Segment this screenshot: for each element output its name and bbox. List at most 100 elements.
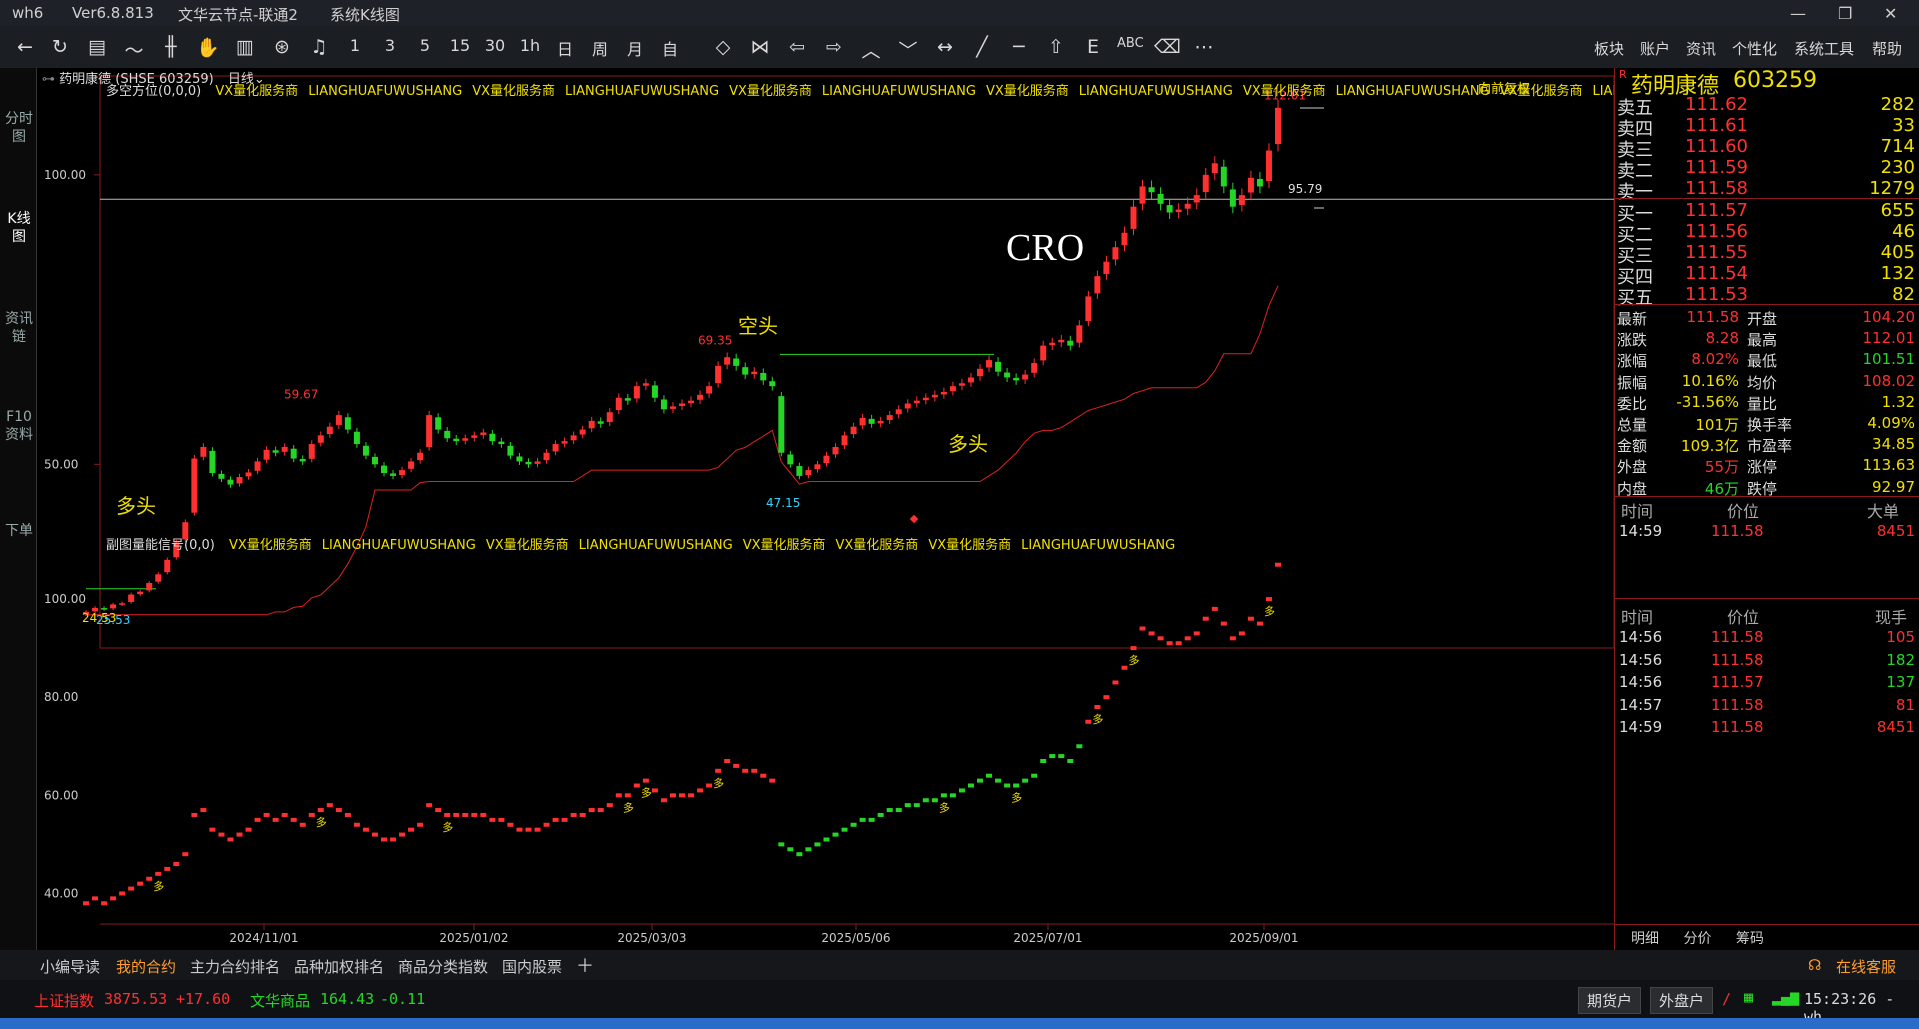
tab-order[interactable]: 下单 bbox=[4, 522, 34, 540]
bid-vol: 82 bbox=[1892, 284, 1915, 305]
sub-mark bbox=[606, 803, 613, 808]
btab-my-contracts[interactable]: 我的合约 bbox=[116, 956, 176, 977]
menu-sector[interactable]: 板块 bbox=[1594, 38, 1624, 59]
menu-news[interactable]: 资讯 bbox=[1686, 38, 1716, 59]
add-tab-icon[interactable]: ＋ bbox=[576, 952, 594, 978]
menu-help[interactable]: 帮助 bbox=[1872, 38, 1902, 59]
stat-label: 市盈率 bbox=[1747, 437, 1793, 456]
menu-system-tools[interactable]: 系统工具 bbox=[1794, 38, 1854, 59]
bid-vol: 132 bbox=[1880, 263, 1915, 284]
candle-body bbox=[435, 417, 442, 430]
tab-timeshare[interactable]: 分时图 bbox=[4, 110, 34, 146]
zoom-in-icon[interactable]: ⋈ bbox=[747, 36, 773, 58]
minimize-icon[interactable]: — bbox=[1790, 4, 1806, 23]
bell-icon[interactable]: ♫ bbox=[306, 36, 332, 58]
period-3[interactable]: 15 bbox=[447, 36, 473, 55]
sub-mark bbox=[561, 817, 568, 822]
period-2[interactable]: 5 bbox=[412, 36, 438, 55]
period-0[interactable]: 1 bbox=[342, 36, 368, 55]
link-icon[interactable]: ⊶ bbox=[42, 72, 55, 87]
draw-icon[interactable]: ▥ bbox=[232, 36, 258, 58]
x-tick-label: 2025/07/01 bbox=[1013, 931, 1082, 945]
speed-icon[interactable]: ⊛ bbox=[269, 36, 295, 58]
ad-text: VX量化服务商 bbox=[742, 538, 826, 553]
tab-news-chain[interactable]: 资讯链 bbox=[4, 310, 34, 346]
sub-signal: 多 bbox=[713, 776, 724, 790]
arrow-up-icon[interactable]: ⇧ bbox=[1043, 36, 1069, 58]
period-9[interactable]: 自 bbox=[657, 36, 683, 60]
stat-label: 最新 bbox=[1617, 310, 1648, 328]
candle-body bbox=[769, 381, 776, 387]
big-price: 111.58 bbox=[1711, 522, 1764, 540]
sub-mark bbox=[624, 793, 631, 798]
hline-icon[interactable]: ─ bbox=[1006, 36, 1032, 58]
back-icon[interactable]: ← bbox=[12, 36, 38, 58]
left-icon[interactable]: ⇦ bbox=[784, 36, 810, 58]
more-icon[interactable]: ⋯ bbox=[1191, 36, 1217, 58]
menu-personalize[interactable]: 个性化 bbox=[1732, 38, 1777, 59]
fib-icon[interactable]: Ε bbox=[1080, 36, 1106, 58]
menu-account[interactable]: 账户 bbox=[1640, 38, 1670, 59]
main-indicator-name[interactable]: 多空方位(0,0,0) bbox=[106, 84, 201, 99]
right-icon[interactable]: ⇨ bbox=[821, 36, 847, 58]
btab-main-rank[interactable]: 主力合约排名 bbox=[190, 956, 280, 977]
btab-domestic-stocks[interactable]: 国内股票 bbox=[502, 956, 562, 977]
ad-text: VX量化服务商 bbox=[729, 84, 812, 99]
sub-mark bbox=[534, 827, 541, 832]
maximize-icon[interactable]: ❐ bbox=[1838, 4, 1852, 23]
candle-body bbox=[1265, 150, 1272, 182]
period-8[interactable]: 月 bbox=[622, 36, 648, 60]
down-icon[interactable]: ﹀ bbox=[895, 36, 921, 63]
close-icon[interactable]: ✕ bbox=[1884, 4, 1897, 23]
candle-body bbox=[760, 372, 767, 381]
headset-icon[interactable]: ☊ bbox=[1808, 956, 1821, 974]
rights-label[interactable]: 向前复权 bbox=[1478, 78, 1530, 97]
tick-price: 111.58 bbox=[1711, 695, 1764, 714]
prev-icon[interactable]: ◇ bbox=[710, 36, 736, 58]
candle-body bbox=[426, 415, 433, 448]
eraser-icon[interactable]: ⌫ bbox=[1154, 36, 1181, 58]
hand-icon[interactable]: ✋ bbox=[195, 36, 221, 59]
refresh-icon[interactable]: ↻ bbox=[47, 36, 73, 58]
candle-body bbox=[940, 391, 947, 395]
foreign-account-button[interactable]: 外盘户 bbox=[1650, 987, 1714, 1014]
candle-body bbox=[669, 406, 676, 409]
period-6[interactable]: 日 bbox=[552, 36, 578, 60]
online-service[interactable]: 在线客服 bbox=[1836, 956, 1896, 977]
btab-weighted-rank[interactable]: 品种加权排名 bbox=[294, 956, 384, 977]
period-4[interactable]: 30 bbox=[482, 36, 508, 55]
line-tool-icon[interactable]: ╱ bbox=[969, 36, 995, 58]
bid-vol: 655 bbox=[1880, 200, 1915, 221]
candle-body bbox=[281, 446, 288, 452]
candle-icon[interactable]: ╫ bbox=[158, 36, 184, 58]
ask-vol: 1279 bbox=[1869, 178, 1915, 199]
up-icon[interactable]: ︿ bbox=[858, 36, 884, 63]
chart-area[interactable]: 多多多多多多多多多多多 100.00 50.00 100.00 80.00 60.00 4… bbox=[36, 68, 1747, 950]
tab-kline[interactable]: K线图 bbox=[4, 210, 34, 246]
period-5[interactable]: 1h bbox=[517, 36, 543, 55]
tick-vol: 182 bbox=[1886, 650, 1915, 669]
candle-body bbox=[1076, 325, 1083, 343]
y-tick-label: 50.00 bbox=[44, 457, 78, 471]
sub-signal: 多 bbox=[1092, 712, 1103, 726]
candle-body bbox=[1085, 296, 1092, 322]
sub-mark bbox=[760, 773, 767, 778]
period-1[interactable]: 3 bbox=[377, 36, 403, 55]
sub-indicator-name[interactable]: 副图量能信号(0,0) bbox=[106, 538, 215, 553]
tab-chips[interactable]: 筹码 bbox=[1736, 931, 1764, 947]
btab-guide[interactable]: 小编导读 bbox=[40, 956, 100, 977]
tab-detail[interactable]: 明细 bbox=[1631, 931, 1659, 947]
tab-f10[interactable]: F10资料 bbox=[4, 408, 34, 444]
table-icon[interactable]: ▤ bbox=[84, 36, 110, 58]
sub-mark bbox=[1139, 626, 1146, 631]
slash-icon: / bbox=[1722, 990, 1732, 1008]
period-7[interactable]: 周 bbox=[587, 36, 613, 60]
text-tool-icon[interactable]: ABC bbox=[1117, 36, 1144, 51]
crosshair-icon[interactable]: ↔ bbox=[932, 36, 958, 58]
tab-price-dist[interactable]: 分价 bbox=[1683, 931, 1711, 947]
btab-commodity-index[interactable]: 商品分类指数 bbox=[398, 956, 488, 977]
line-chart-icon[interactable]: 〜 bbox=[121, 36, 147, 63]
kline-chart[interactable]: 多多 多多多多多多多多多 100.0050.00100.0080.0060.004… bbox=[36, 68, 1615, 950]
stat-value: 55万 bbox=[1704, 458, 1739, 477]
futures-account-button[interactable]: 期货户 bbox=[1578, 987, 1642, 1014]
